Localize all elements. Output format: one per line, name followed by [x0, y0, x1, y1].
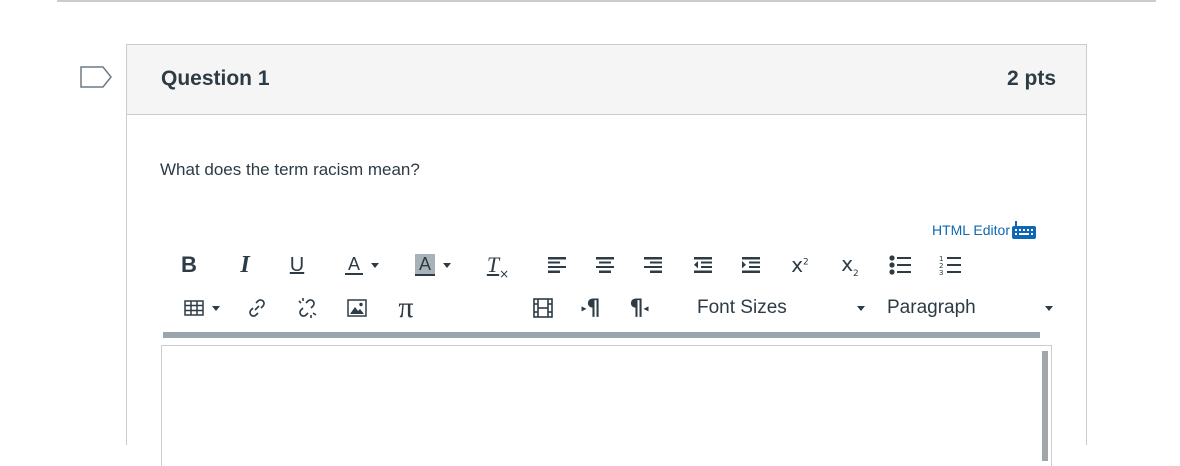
chevron-down-icon: [443, 262, 451, 268]
numbered-list-icon: 1 2 3: [939, 255, 961, 276]
math-equation-button[interactable]: π: [391, 291, 421, 324]
bullet-list-button[interactable]: [887, 250, 913, 280]
align-center-button[interactable]: [593, 250, 617, 280]
question-text: What does the term racism mean?: [160, 160, 420, 179]
text-color-icon: A: [344, 255, 363, 275]
rich-text-editor-area[interactable]: [161, 345, 1052, 466]
media-button[interactable]: [529, 293, 557, 323]
editor-toolbar-row-2: π ▸¶ ¶◂ Font Sizes Paragraph: [163, 291, 1053, 324]
question-points: 2 pts: [1006, 67, 1056, 90]
rtl-paragraph-button[interactable]: ¶◂: [625, 293, 653, 323]
toolbar-divider: [163, 332, 1040, 338]
question-title: Question 1: [161, 67, 270, 90]
align-left-button[interactable]: [545, 250, 569, 280]
outdent-button[interactable]: [691, 250, 715, 280]
indent-icon: [742, 257, 760, 273]
background-color-button[interactable]: A: [406, 250, 460, 280]
svg-text:3: 3: [939, 269, 943, 276]
editor-toolbar-row-1: B I U A A T× x2 x2 1 2 3: [163, 250, 1043, 281]
bullet-list-icon: [889, 255, 911, 275]
numbered-list-button[interactable]: 1 2 3: [937, 250, 963, 280]
text-color-button[interactable]: A: [335, 250, 389, 280]
image-icon: [347, 299, 367, 317]
superscript-glyph: x: [791, 253, 804, 277]
table-icon: [184, 300, 204, 316]
clear-formatting-icon: T×: [486, 252, 510, 281]
underline-icon: U: [289, 253, 305, 276]
html-editor-link[interactable]: HTML Editor: [932, 221, 1036, 239]
rtl-paragraph-icon: ¶◂: [629, 295, 649, 321]
clear-formatting-glyph: T: [486, 252, 500, 277]
image-button[interactable]: [343, 293, 371, 323]
editor-scrollbar[interactable]: [1042, 351, 1048, 461]
ltr-paragraph-glyph: ¶: [586, 295, 601, 321]
html-editor-label: HTML Editor: [931, 222, 1010, 238]
question-card: Question 1 2 pts What does the term raci…: [126, 44, 1087, 466]
clear-formatting-button[interactable]: T×: [485, 250, 511, 281]
background-color-icon: A: [414, 254, 435, 276]
subscript-icon: x2: [841, 251, 859, 279]
bold-icon: B: [181, 252, 197, 277]
keyboard-icon: [1012, 221, 1036, 239]
math-pi-icon: π: [398, 291, 414, 324]
subscript-glyph: x: [841, 251, 854, 276]
align-right-icon: [644, 257, 662, 273]
align-left-icon: [548, 257, 566, 273]
superscript-button[interactable]: x2: [787, 250, 813, 280]
chevron-down-icon: [1045, 305, 1053, 311]
chevron-down-icon: [857, 305, 865, 311]
bold-button[interactable]: B: [177, 250, 201, 280]
link-button[interactable]: [243, 293, 271, 323]
italic-button[interactable]: I: [233, 250, 257, 280]
question-header: Question 1 2 pts: [127, 45, 1086, 115]
align-right-button[interactable]: [641, 250, 665, 280]
font-sizes-dropdown[interactable]: Font Sizes: [697, 293, 871, 323]
rtl-paragraph-glyph: ¶: [629, 295, 644, 321]
paragraph-label: Paragraph: [887, 297, 976, 318]
chevron-down-icon: [212, 305, 220, 311]
media-icon: [533, 298, 553, 318]
flag-question-icon[interactable]: [80, 66, 112, 88]
link-icon: [249, 299, 265, 317]
underline-button[interactable]: U: [285, 250, 309, 280]
paragraph-format-dropdown[interactable]: Paragraph: [887, 293, 1053, 323]
font-sizes-label: Font Sizes: [697, 297, 787, 318]
subscript-button[interactable]: x2: [837, 250, 863, 280]
align-center-icon: [596, 257, 614, 273]
outdent-icon: [694, 257, 712, 273]
ltr-paragraph-icon: ▸¶: [581, 295, 601, 321]
table-button[interactable]: [177, 293, 227, 323]
unlink-icon: [298, 298, 317, 318]
chevron-down-icon: [371, 262, 379, 268]
top-divider: [57, 0, 1156, 2]
italic-icon: I: [240, 251, 250, 278]
unlink-button[interactable]: [293, 293, 321, 323]
superscript-icon: x2: [791, 253, 809, 277]
indent-button[interactable]: [739, 250, 763, 280]
ltr-paragraph-button[interactable]: ▸¶: [577, 293, 605, 323]
